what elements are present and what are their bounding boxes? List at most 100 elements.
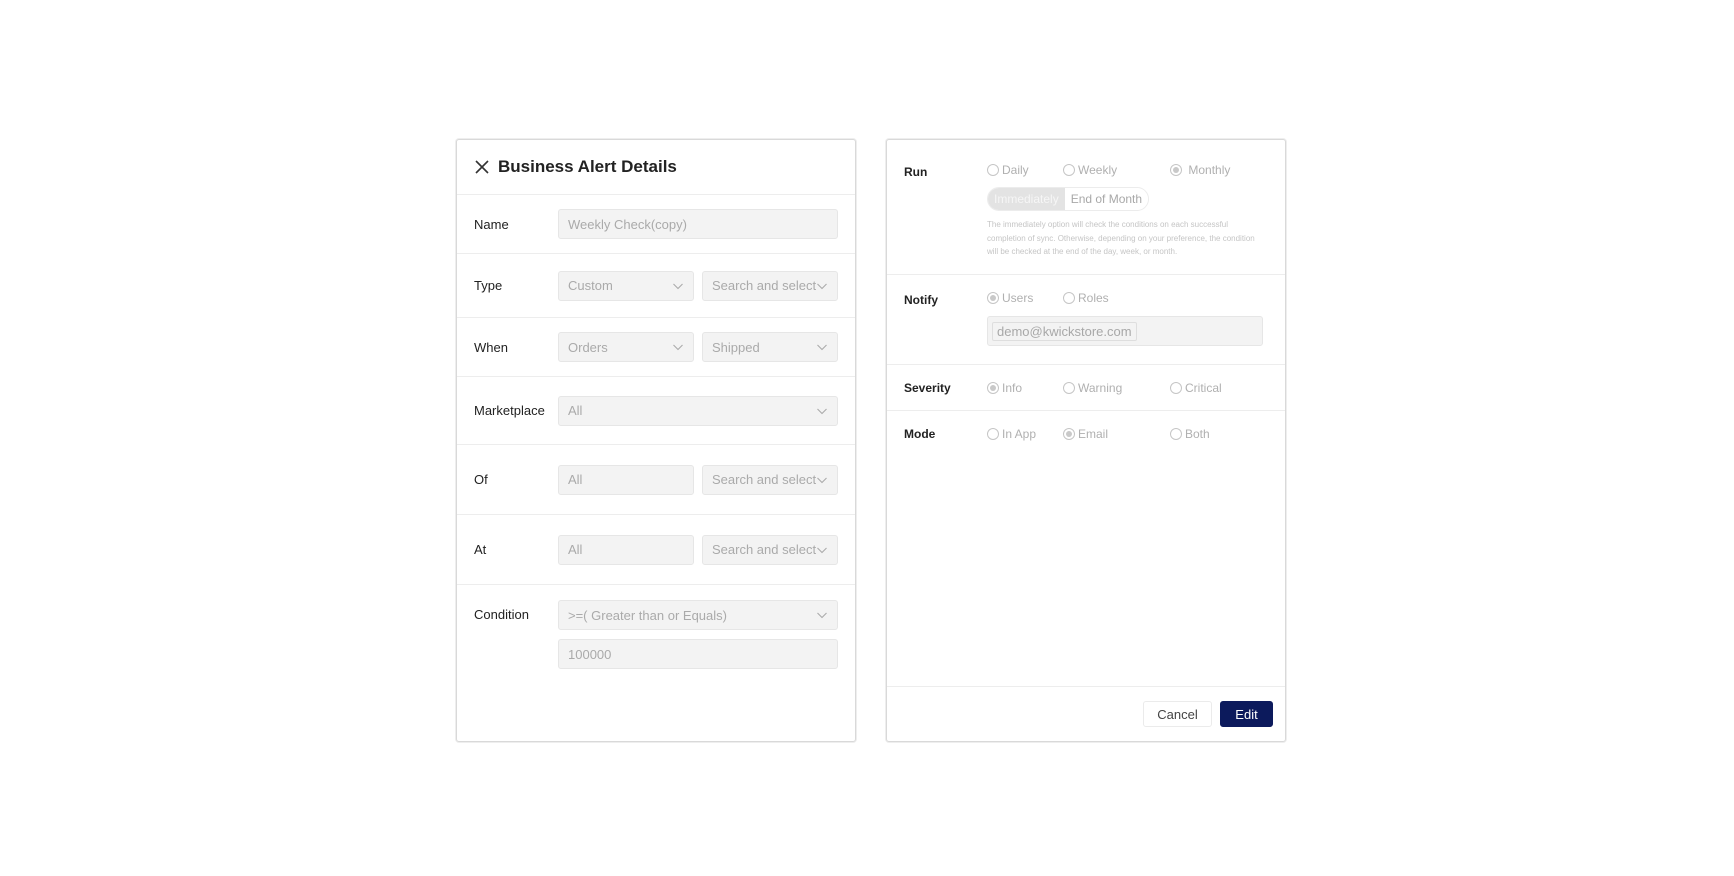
when-entity-select[interactable]: Orders [558, 332, 694, 362]
radio-icon [1063, 381, 1075, 394]
page-title: Business Alert Details [498, 157, 677, 176]
run-option-weekly-label: Weekly [1078, 163, 1118, 177]
close-icon[interactable] [473, 158, 491, 176]
severity-option-critical[interactable]: Critical [1170, 381, 1260, 395]
mode-radio-group: In App Email Both [987, 427, 1260, 441]
radio-icon [1170, 381, 1182, 394]
run-option-monthly[interactable]: Monthly [1170, 163, 1260, 177]
notify-option-users[interactable]: Users [987, 291, 1063, 305]
marketplace-row: Marketplace All [457, 377, 855, 445]
run-option-daily[interactable]: Daily [987, 163, 1063, 177]
chevron-down-icon [817, 408, 827, 414]
chevron-down-icon [817, 612, 827, 619]
type-select-value: Custom [568, 278, 613, 293]
severity-option-info[interactable]: Info [987, 381, 1063, 395]
condition-operator-select[interactable]: >=( Greater than or Equals) [558, 600, 838, 630]
at-row: At All Search and select [457, 515, 855, 585]
business-alert-details-panel: Business Alert Details Name Weekly Check… [456, 139, 856, 742]
severity-label: Severity [904, 380, 951, 395]
of-select[interactable]: Search and select [702, 464, 838, 495]
name-value: Weekly Check(copy) [568, 216, 687, 232]
timing-end-of-month[interactable]: End of Month [1064, 188, 1149, 210]
chevron-down-icon [673, 283, 683, 289]
run-option-weekly[interactable]: Weekly [1063, 163, 1170, 177]
radio-icon [1063, 164, 1075, 176]
mode-option-in-app-label: In App [1002, 427, 1037, 441]
at-input-value: All [568, 542, 583, 557]
type-subselect[interactable]: Search and select [702, 270, 838, 301]
radio-checked-icon [987, 292, 999, 304]
radio-checked-icon [987, 381, 999, 394]
edit-button[interactable]: Edit [1220, 701, 1273, 727]
mode-option-email[interactable]: Email [1063, 427, 1170, 441]
run-option-daily-label: Daily [1002, 163, 1029, 177]
radio-icon [1063, 292, 1075, 304]
when-label: When [474, 339, 508, 355]
of-label: Of [474, 472, 488, 487]
chevron-down-icon [817, 477, 827, 483]
run-row: Run Daily Weekly Monthly Immediately End… [887, 140, 1285, 275]
notify-radio-group: Users Roles [987, 291, 1263, 305]
marketplace-label: Marketplace [474, 403, 545, 418]
chevron-down-icon [817, 283, 827, 289]
run-label: Run [904, 165, 928, 179]
severity-option-warning-label: Warning [1078, 380, 1123, 395]
cancel-button[interactable]: Cancel [1143, 701, 1212, 727]
timing-immediately[interactable]: Immediately [988, 188, 1065, 210]
severity-row: Severity Info Warning Critical [887, 365, 1285, 411]
mode-option-both-label: Both [1185, 427, 1210, 441]
panel-header: Business Alert Details [457, 140, 855, 195]
type-row: Type Custom Search and select [457, 254, 855, 318]
notify-option-roles-label: Roles [1078, 291, 1109, 305]
when-event-value: Shipped [712, 339, 760, 355]
at-input[interactable]: All [558, 534, 694, 565]
of-select-placeholder: Search and select [712, 472, 817, 487]
chevron-down-icon [817, 344, 827, 351]
at-select-placeholder: Search and select [712, 542, 817, 557]
alert-settings-panel: Run Daily Weekly Monthly Immediately End… [886, 139, 1286, 742]
recipients-input[interactable]: demo@kwickstore.com [987, 316, 1263, 346]
when-entity-value: Orders [568, 339, 608, 355]
radio-checked-icon [1063, 428, 1075, 440]
condition-operator-value: >=( Greater than or Equals) [568, 607, 727, 623]
of-row: Of All Search and select [457, 445, 855, 515]
run-hint-text: The immediately option will check the co… [987, 220, 1255, 256]
notify-label: Notify [904, 293, 938, 307]
radio-icon [987, 428, 999, 440]
type-label: Type [474, 278, 503, 293]
severity-option-warning[interactable]: Warning [1063, 381, 1170, 395]
when-event-select[interactable]: Shipped [702, 332, 838, 362]
mode-option-both[interactable]: Both [1170, 427, 1260, 441]
radio-icon [1170, 428, 1182, 440]
panel-footer: Cancel Edit [887, 686, 1285, 741]
run-option-monthly-label: Monthly [1188, 163, 1231, 177]
notify-row: Notify Users Roles demo@kwickstore.com [887, 275, 1285, 365]
condition-label: Condition [474, 607, 529, 622]
radio-icon [987, 164, 999, 176]
at-select[interactable]: Search and select [702, 534, 838, 565]
radio-checked-icon [1170, 164, 1182, 176]
chevron-down-icon [817, 547, 827, 553]
notify-option-users-label: Users [1002, 291, 1034, 305]
condition-value: 100000 [568, 646, 612, 662]
run-radio-group: Daily Weekly Monthly [987, 163, 1262, 177]
run-timing-toggle: Immediately End of Month [987, 187, 1150, 211]
at-label: At [474, 542, 487, 557]
notify-option-roles[interactable]: Roles [1063, 291, 1170, 305]
type-subselect-placeholder: Search and select [712, 278, 817, 293]
condition-value-input[interactable]: 100000 [558, 639, 838, 669]
mode-option-in-app[interactable]: In App [987, 427, 1063, 441]
severity-radio-group: Info Warning Critical [987, 381, 1260, 395]
name-input[interactable]: Weekly Check(copy) [558, 209, 838, 239]
mode-label: Mode [904, 427, 936, 441]
mode-row: Mode In App Email Both [887, 411, 1285, 457]
marketplace-value: All [568, 403, 583, 418]
type-select[interactable]: Custom [558, 270, 694, 301]
when-row: When Orders Shipped [457, 318, 855, 377]
of-input[interactable]: All [558, 464, 694, 495]
marketplace-select[interactable]: All [558, 395, 838, 426]
severity-option-info-label: Info [1002, 380, 1023, 395]
name-row: Name Weekly Check(copy) [457, 195, 855, 254]
severity-option-critical-label: Critical [1185, 380, 1222, 395]
name-label: Name [474, 216, 509, 232]
